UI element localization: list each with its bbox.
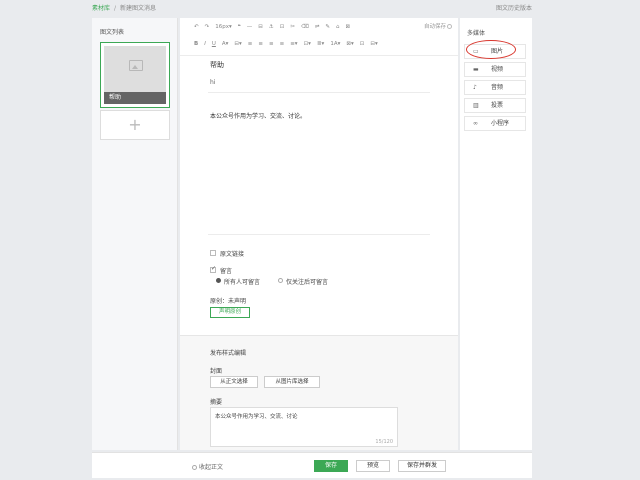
- save-button[interactable]: 保存: [314, 460, 348, 472]
- comment-all-label: 所有人可留言: [224, 279, 261, 286]
- media-vote-button[interactable]: ▥ 投票: [464, 98, 526, 113]
- footer-action-bar: 收起正文 保存 预览 保存并群发: [92, 452, 532, 478]
- autosave-toggle[interactable]: 自动保存: [424, 22, 452, 30]
- mini-program-icon: ∞: [473, 120, 478, 127]
- toolbar-row-2: B I U A▾ ⊟▾ ≡ ≡ ≡ ≡ ≡▾ ⊡▾ ≣▾ 1A▾ ⊠▾ ⊡ ⊟▾: [194, 41, 384, 51]
- summary-textarea[interactable]: 本公众号作用为学习、交流、讨论 15/120: [210, 407, 398, 447]
- undo-icon[interactable]: ↶: [194, 24, 199, 30]
- italic-icon[interactable]: I: [204, 41, 206, 47]
- cut-icon[interactable]: ✂: [290, 24, 295, 30]
- add-article-button[interactable]: +: [100, 110, 170, 140]
- divider-icon[interactable]: —: [247, 24, 253, 30]
- format-brush-icon[interactable]: ⇌: [315, 24, 320, 30]
- multimedia-panel: 多媒体 ▭ 图片 ▬ 视频 ♪ 音频 ▥ 投票 ∞ 小程序: [460, 18, 532, 450]
- annotation-circle: [466, 40, 516, 59]
- collapse-icon: [192, 465, 197, 470]
- align-right-icon[interactable]: ≡: [269, 41, 274, 47]
- original-status-label: 原创：未声明: [210, 298, 247, 305]
- summary-text: 本公众号作用为学习、交流、讨论: [215, 414, 298, 420]
- summary-char-counter: 15/120: [375, 439, 393, 445]
- underline-icon[interactable]: U: [212, 41, 216, 47]
- template-icon[interactable]: ⌂: [336, 24, 340, 30]
- media-video-label: 视频: [491, 66, 504, 73]
- collapse-body-toggle[interactable]: 收起正文: [192, 462, 223, 471]
- cover-from-library-button[interactable]: 从图片库选择: [264, 376, 320, 388]
- more-icon[interactable]: ⊠: [345, 24, 350, 30]
- comment-follow-radio[interactable]: [278, 278, 283, 283]
- clear-format-icon[interactable]: ⌫: [301, 24, 309, 30]
- image-placeholder-icon: [129, 60, 143, 71]
- collapse-body-label: 收起正文: [199, 464, 224, 471]
- video-icon: ▬: [473, 66, 479, 73]
- top-bar: 素材库 / 新建图文消息 图文历史版本: [0, 0, 640, 14]
- comment-label: 留言: [220, 268, 233, 275]
- comment-follow-label: 仅关注后可留言: [286, 279, 329, 286]
- article-body-editor[interactable]: 本公众号作用为学习、交流、讨论。: [210, 111, 306, 120]
- media-miniprogram-button[interactable]: ∞ 小程序: [464, 116, 526, 131]
- save-and-send-button[interactable]: 保存并群发: [398, 460, 446, 472]
- declare-original-button[interactable]: 声明原创: [210, 307, 250, 318]
- info-icon: [447, 24, 452, 29]
- bar-chart-icon: ▥: [473, 102, 479, 109]
- align-justify-icon[interactable]: ≡: [280, 41, 285, 47]
- align-center-icon[interactable]: ≡: [258, 41, 263, 47]
- background-color-icon[interactable]: ⊟▾: [234, 41, 241, 47]
- summary-label: 摘要: [210, 399, 223, 406]
- article-thumb-card[interactable]: 帮助: [100, 42, 170, 108]
- font-color-icon[interactable]: A▾: [222, 41, 229, 47]
- history-version-link[interactable]: 图文历史版本: [496, 3, 532, 12]
- title-divider: [208, 92, 430, 93]
- unordered-list-icon[interactable]: ≣▾: [317, 41, 324, 47]
- body-divider: [208, 234, 430, 235]
- editor-panel: ↶ ↷ 16px▾ ❝ — ⊟ ⚓ ⊡ ✂ ⌫ ⇌ ✎ ⌂ ⊠ 自动保存 B I U A▾ ⊟▾ ≡ ≡ ≡ ≡ ≡▾ ⊡▾ ≣…: [180, 18, 458, 450]
- media-video-button[interactable]: ▬ 视频: [464, 62, 526, 77]
- letter-spacing-icon[interactable]: 1A▾: [330, 41, 340, 47]
- breadcrumb-material-library[interactable]: 素材库: [92, 5, 110, 12]
- indent-icon[interactable]: ≡▾: [290, 41, 297, 47]
- article-author-input[interactable]: hi: [210, 79, 215, 86]
- publish-style-section: 发布样式编辑 封面 从正文选择 从图片库选择 摘要 本公众号作用为学习、交流、讨…: [180, 335, 458, 450]
- line-height-icon[interactable]: ⊠▾: [346, 41, 353, 47]
- cover-from-body-button[interactable]: 从正文选择: [210, 376, 258, 388]
- media-miniprogram-label: 小程序: [491, 120, 510, 127]
- media-audio-label: 音频: [491, 84, 504, 91]
- emoji-icon[interactable]: ⊡: [280, 24, 285, 30]
- thumb-title-label: 帮助: [104, 92, 166, 104]
- autosave-label: 自动保存: [423, 24, 446, 30]
- comment-all-radio[interactable]: [216, 278, 221, 283]
- preview-button[interactable]: 预览: [356, 460, 390, 472]
- paragraph-spacing-icon[interactable]: ⊟▾: [370, 41, 377, 47]
- article-title-input[interactable]: 帮助: [210, 60, 224, 70]
- insert-image-icon[interactable]: ⊡: [360, 41, 365, 47]
- media-audio-button[interactable]: ♪ 音频: [464, 80, 526, 95]
- bold-icon[interactable]: B: [194, 41, 198, 47]
- breadcrumb-separator: /: [114, 5, 117, 12]
- publish-style-title: 发布样式编辑: [210, 350, 247, 357]
- thumb-placeholder: 帮助: [104, 46, 166, 104]
- breadcrumb: 素材库 / 新建图文消息: [92, 3, 156, 12]
- table-icon[interactable]: ⊟: [258, 24, 263, 30]
- original-link-label: 原文链接: [220, 251, 245, 258]
- comment-checkbox[interactable]: [210, 265, 216, 273]
- quote-icon[interactable]: ❝: [238, 24, 241, 30]
- microphone-icon: ♪: [473, 84, 477, 91]
- toolbar-row-1: ↶ ↷ 16px▾ ❝ — ⊟ ⚓ ⊡ ✂ ⌫ ⇌ ✎ ⌂ ⊠: [194, 24, 356, 34]
- editor-toolbar: ↶ ↷ 16px▾ ❝ — ⊟ ⚓ ⊡ ✂ ⌫ ⇌ ✎ ⌂ ⊠ 自动保存 B I U A▾ ⊟▾ ≡ ≡ ≡ ≡ ≡▾ ⊡▾ ≣…: [180, 18, 458, 56]
- font-size-select[interactable]: 16px▾: [215, 24, 232, 30]
- edit-icon[interactable]: ✎: [325, 24, 330, 30]
- media-vote-label: 投票: [491, 102, 504, 109]
- article-list-title: 图文列表: [100, 29, 125, 36]
- anchor-icon[interactable]: ⚓: [269, 24, 274, 30]
- ordered-list-icon[interactable]: ⊡▾: [304, 41, 311, 47]
- original-link-checkbox[interactable]: [210, 250, 216, 256]
- article-list-panel: 图文列表 帮助 +: [92, 18, 178, 450]
- cover-label: 封面: [210, 368, 223, 375]
- breadcrumb-current: 新建图文消息: [120, 5, 157, 12]
- align-left-icon[interactable]: ≡: [248, 41, 253, 47]
- redo-icon[interactable]: ↷: [205, 24, 210, 30]
- multimedia-title: 多媒体: [467, 30, 486, 37]
